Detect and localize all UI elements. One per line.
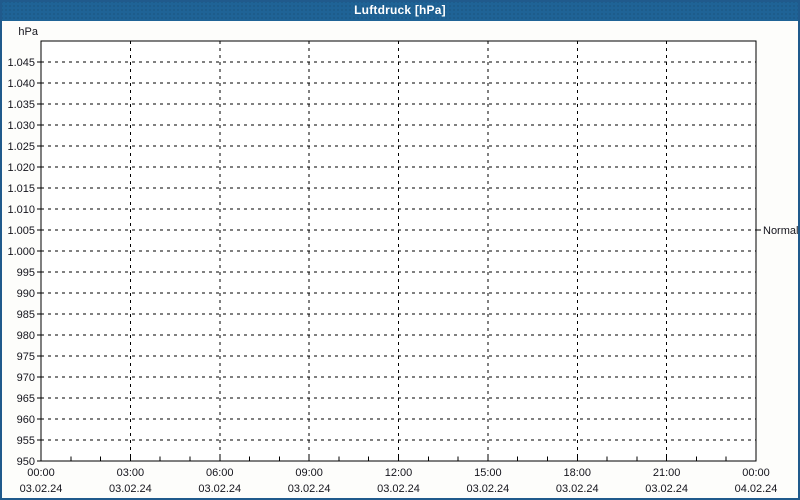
x-tick-time-label: 03:00 xyxy=(117,467,145,479)
y-tick-label: 985 xyxy=(17,309,35,321)
x-tick-time-label: 18:00 xyxy=(563,467,591,479)
y-tick-label: 990 xyxy=(17,288,35,300)
y-tick-label: 1.035 xyxy=(7,99,35,111)
y-tick-label: 1.005 xyxy=(7,225,35,237)
x-tick-date-label: 03.02.24 xyxy=(377,483,420,495)
y-tick-label: 1.045 xyxy=(7,57,35,69)
y-tick-label: 1.010 xyxy=(7,204,35,216)
x-tick-time-label: 06:00 xyxy=(206,467,234,479)
y-tick-label: 965 xyxy=(17,393,35,405)
y-tick-label: 975 xyxy=(17,351,35,363)
x-tick-date-label: 03.02.24 xyxy=(20,483,63,495)
x-tick-time-label: 15:00 xyxy=(474,467,502,479)
y-axis-unit-label: hPa xyxy=(18,26,38,38)
x-tick-date-label: 03.02.24 xyxy=(556,483,599,495)
y-tick-label: 1.030 xyxy=(7,120,35,132)
x-tick-date-label: 03.02.24 xyxy=(645,483,688,495)
y-tick-label: 960 xyxy=(17,414,35,426)
x-tick-time-label: 00:00 xyxy=(742,467,770,479)
y-tick-label: 1.000 xyxy=(7,246,35,258)
x-tick-date-label: 03.02.24 xyxy=(198,483,241,495)
x-tick-date-label: 04.02.24 xyxy=(735,483,778,495)
weather-chart-window: Luftdruck [hPa] 1.045 1.040 1.035 1.030 1.02… xyxy=(0,0,800,500)
x-tick-date-label: 03.02.24 xyxy=(466,483,509,495)
window-titlebar: Luftdruck [hPa] xyxy=(0,0,800,21)
x-tick-time-label: 12:00 xyxy=(385,467,413,479)
x-tick-time-label: 21:00 xyxy=(653,467,681,479)
x-tick-date-label: 03.02.24 xyxy=(109,483,152,495)
pressure-chart: 1.045 1.040 1.035 1.030 1.025 1.020 1.015 1.010… xyxy=(0,0,800,500)
y-tick-label: 1.015 xyxy=(7,183,35,195)
y-tick-label: 970 xyxy=(17,372,35,384)
window-title: Luftdruck [hPa] xyxy=(354,3,446,17)
x-tick-time-label: 00:00 xyxy=(27,467,55,479)
normal-annotation-label: Normal xyxy=(763,225,798,237)
y-tick-label: 1.025 xyxy=(7,141,35,153)
y-tick-label: 995 xyxy=(17,267,35,279)
y-tick-label: 1.020 xyxy=(7,162,35,174)
x-tick-time-label: 09:00 xyxy=(295,467,323,479)
y-tick-label: 980 xyxy=(17,330,35,342)
y-tick-label: 1.040 xyxy=(7,78,35,90)
x-tick-date-label: 03.02.24 xyxy=(288,483,331,495)
y-tick-label: 955 xyxy=(17,435,35,447)
